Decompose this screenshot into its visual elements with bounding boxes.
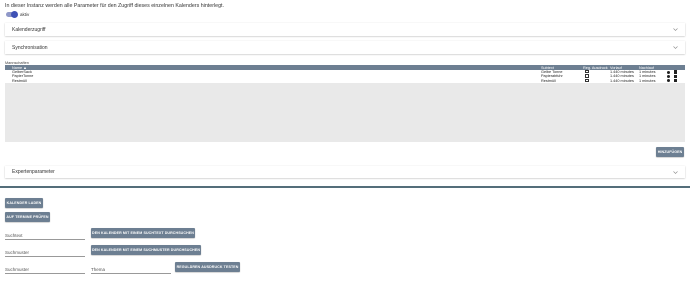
row-subtext: Restmüll [541, 78, 556, 83]
mapping-table: Name ▲ Subtext Reg. Ausdruck Vorlauf Nac… [5, 65, 685, 142]
edit-icon[interactable] [667, 74, 671, 79]
panel-synchronisation[interactable]: Synchronisation [5, 41, 685, 54]
column-reg-ausdruck[interactable]: Reg. Ausdruck [583, 66, 610, 70]
delete-icon[interactable] [674, 70, 677, 74]
panel-kalenderzugriff-title: Kalenderzugriff [12, 26, 46, 33]
panel-kalenderzugriff[interactable]: Kalenderzugriff [5, 23, 685, 36]
check-appointments-button[interactable]: AUF TERMINE PRÜFEN [5, 212, 50, 222]
reg-ausdruck-checkbox[interactable] [585, 74, 589, 78]
delete-icon[interactable] [674, 74, 677, 79]
suchmuster-field[interactable]: Suchmuster [5, 250, 85, 257]
chevron-down-icon [672, 169, 678, 175]
section-divider [0, 186, 690, 188]
reg-ausdruck-checkbox[interactable] [585, 78, 589, 82]
suchmuster-regex-field[interactable]: Suchmuster [5, 267, 85, 274]
column-subtext[interactable]: Subtext [541, 66, 583, 70]
panel-expertenparameter[interactable]: Expertenparameter [5, 166, 685, 178]
edit-icon[interactable] [667, 70, 671, 74]
column-vorlauf[interactable]: Vorlauf [610, 66, 639, 70]
chevron-down-icon [672, 27, 678, 33]
column-name[interactable]: Name ▲ [5, 66, 541, 70]
test-regex-button[interactable]: REGULÄREN AUSDRUCK TESTEN [175, 262, 240, 272]
table-row[interactable]: Restmüll Restmüll 1.440 minutes 1 minute… [5, 78, 685, 83]
active-toggle-row: aktiv [6, 11, 30, 18]
delete-icon[interactable] [674, 78, 677, 83]
edit-icon[interactable] [667, 79, 671, 83]
active-toggle-label: aktiv [20, 12, 30, 17]
intro-text: In dieser Instanz werden alle Parameter … [5, 3, 224, 9]
active-toggle[interactable] [6, 11, 18, 18]
chevron-down-icon [672, 45, 678, 51]
row-nachlauf: 1 minutes [639, 78, 656, 83]
thema-field[interactable]: Thema [91, 267, 171, 274]
panel-expertenparameter-title: Expertenparameter [12, 169, 55, 175]
reg-ausdruck-checkbox[interactable] [585, 69, 589, 74]
row-name: Restmüll [12, 78, 27, 83]
search-by-text-button[interactable]: DEN KALENDER MIT EINEM SUCHTEXT DURCHSUC… [91, 228, 195, 238]
add-mapping-button[interactable]: HINZUFÜGEN [656, 147, 684, 157]
column-nachlauf[interactable]: Nachlauf [639, 66, 667, 70]
suchtext-field[interactable]: Suchtext [5, 233, 85, 240]
load-calendar-button[interactable]: KALENDER LADEN [5, 198, 43, 208]
search-by-pattern-button[interactable]: DEN KALENDER MIT EINEM SUCHMUSTER DURCHS… [91, 245, 201, 255]
row-vorlauf: 1.440 minutes [610, 78, 634, 83]
panel-synchronisation-title: Synchronisation [12, 44, 48, 51]
